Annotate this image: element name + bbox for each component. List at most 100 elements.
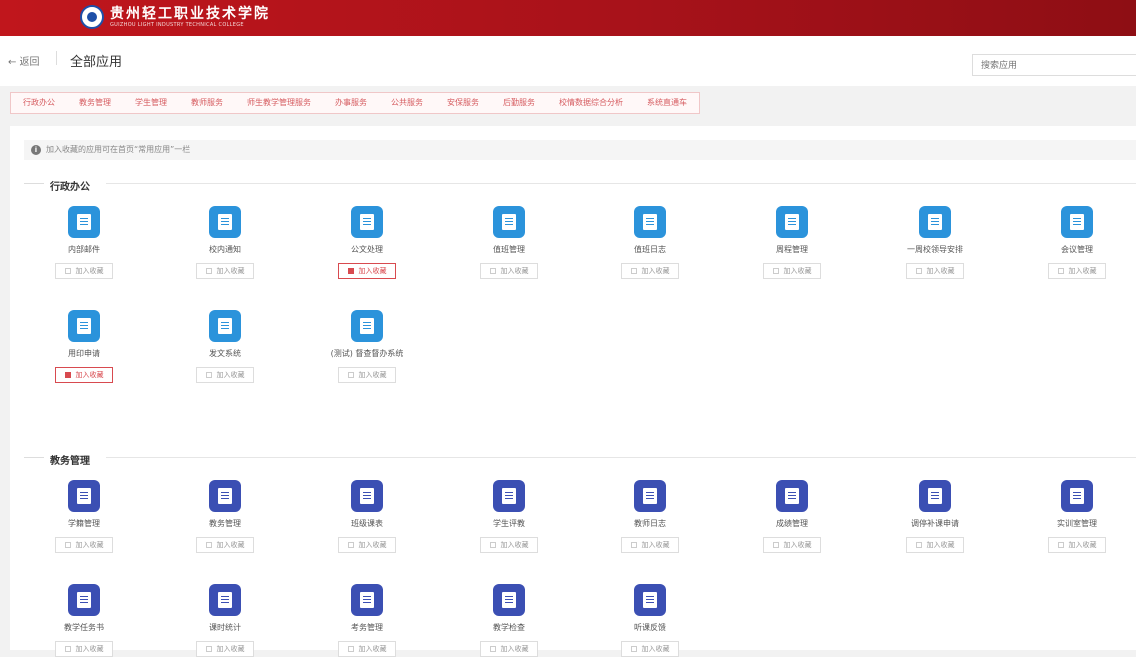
app-icon[interactable] bbox=[351, 310, 383, 342]
app-tile[interactable]: 校内通知 加入收藏 bbox=[165, 206, 285, 279]
add-favorite-button[interactable]: 加入收藏 bbox=[196, 367, 254, 383]
add-favorite-button[interactable]: 加入收藏 bbox=[763, 537, 821, 553]
app-name[interactable]: 用印申请 bbox=[24, 348, 144, 359]
app-tile[interactable]: 教师日志 加入收藏 bbox=[590, 480, 710, 553]
app-tile[interactable]: 值班日志 加入收藏 bbox=[590, 206, 710, 279]
add-favorite-button[interactable]: 加入收藏 bbox=[763, 263, 821, 279]
app-icon[interactable] bbox=[209, 480, 241, 512]
app-name[interactable]: 公文处理 bbox=[307, 244, 427, 255]
app-name[interactable]: 发文系统 bbox=[165, 348, 285, 359]
add-favorite-button[interactable]: 加入收藏 bbox=[55, 263, 113, 279]
app-tile[interactable]: 教学任务书 加入收藏 bbox=[24, 584, 144, 657]
app-tile[interactable]: 学籍管理 加入收藏 bbox=[24, 480, 144, 553]
app-name[interactable]: 值班管理 bbox=[449, 244, 569, 255]
app-icon[interactable] bbox=[919, 206, 951, 238]
tab-category[interactable]: 学生管理 bbox=[123, 93, 179, 113]
app-name[interactable]: 教师日志 bbox=[590, 518, 710, 529]
app-name[interactable]: 成绩管理 bbox=[732, 518, 852, 529]
add-favorite-button[interactable]: 加入收藏 bbox=[621, 641, 679, 657]
app-tile[interactable]: 会议管理 加入收藏 bbox=[1017, 206, 1136, 279]
tab-category[interactable]: 教务管理 bbox=[67, 93, 123, 113]
add-favorite-button[interactable]: 加入收藏 bbox=[338, 367, 396, 383]
app-name[interactable]: 班级课表 bbox=[307, 518, 427, 529]
app-icon[interactable] bbox=[634, 584, 666, 616]
app-name[interactable]: 调停补课申请 bbox=[875, 518, 995, 529]
app-tile[interactable]: 考务管理 加入收藏 bbox=[307, 584, 427, 657]
app-name[interactable]: 考务管理 bbox=[307, 622, 427, 633]
app-icon[interactable] bbox=[493, 206, 525, 238]
app-tile[interactable]: 实训室管理 加入收藏 bbox=[1017, 480, 1136, 553]
app-tile[interactable]: 成绩管理 加入收藏 bbox=[732, 480, 852, 553]
app-name[interactable]: (测试) 督查督办系统 bbox=[307, 348, 427, 359]
app-tile[interactable]: 一周校领导安排加入收藏 bbox=[875, 206, 995, 279]
tab-category[interactable]: 系统直通车 bbox=[635, 93, 699, 113]
tab-category[interactable]: 教师服务 bbox=[179, 93, 235, 113]
add-favorite-button[interactable]: 加入收藏 bbox=[480, 263, 538, 279]
app-tile[interactable]: 听课反馈 加入收藏 bbox=[590, 584, 710, 657]
app-tile[interactable]: 发文系统 加入收藏 bbox=[165, 310, 285, 383]
app-icon[interactable] bbox=[776, 206, 808, 238]
app-name[interactable]: 教务管理 bbox=[165, 518, 285, 529]
tab-category[interactable]: 师生教学管理服务 bbox=[235, 93, 323, 113]
app-icon[interactable] bbox=[351, 206, 383, 238]
app-tile[interactable]: 值班管理 加入收藏 bbox=[449, 206, 569, 279]
add-favorite-button[interactable]: 加入收藏 bbox=[55, 537, 113, 553]
add-favorite-button[interactable]: 加入收藏 bbox=[480, 641, 538, 657]
app-icon[interactable] bbox=[68, 310, 100, 342]
app-tile[interactable]: 教务管理 加入收藏 bbox=[165, 480, 285, 553]
app-icon[interactable] bbox=[493, 480, 525, 512]
add-favorite-button[interactable]: 加入收藏 bbox=[1048, 263, 1106, 279]
tab-category[interactable]: 安保服务 bbox=[435, 93, 491, 113]
app-name[interactable]: 一周校领导安排 bbox=[875, 244, 995, 255]
add-favorite-button[interactable]: 加入收藏 bbox=[621, 263, 679, 279]
school-logo[interactable]: 贵州轻工职业技术学院 GUIZHOU LIGHT INDUSTRY TECHNI… bbox=[80, 5, 270, 29]
app-name[interactable]: 教学检查 bbox=[449, 622, 569, 633]
tab-category[interactable]: 公共服务 bbox=[379, 93, 435, 113]
tab-category[interactable]: 校情数据综合分析 bbox=[547, 93, 635, 113]
add-favorite-button[interactable]: 加入收藏 bbox=[196, 263, 254, 279]
app-icon[interactable] bbox=[1061, 480, 1093, 512]
add-favorite-button[interactable]: 加入收藏 bbox=[621, 537, 679, 553]
app-tile[interactable]: 周程管理 加入收藏 bbox=[732, 206, 852, 279]
app-icon[interactable] bbox=[351, 480, 383, 512]
app-name[interactable]: 实训室管理 bbox=[1017, 518, 1136, 529]
app-icon[interactable] bbox=[68, 480, 100, 512]
add-favorite-button[interactable]: 加入收藏 bbox=[55, 641, 113, 657]
tab-category[interactable]: 行政办公 bbox=[11, 93, 67, 113]
add-favorite-button[interactable]: 加入收藏 bbox=[196, 537, 254, 553]
app-tile[interactable]: (测试) 督查督办系统加入收藏 bbox=[307, 310, 427, 383]
app-icon[interactable] bbox=[209, 584, 241, 616]
app-tile[interactable]: 班级课表 加入收藏 bbox=[307, 480, 427, 553]
back-link[interactable]: ← 返回 bbox=[8, 53, 40, 68]
app-name[interactable]: 内部邮件 bbox=[24, 244, 144, 255]
app-icon[interactable] bbox=[68, 584, 100, 616]
app-tile[interactable]: 教学检查 加入收藏 bbox=[449, 584, 569, 657]
add-favorite-button[interactable]: 加入收藏 bbox=[338, 263, 396, 279]
app-name[interactable]: 值班日志 bbox=[590, 244, 710, 255]
app-name[interactable]: 学生评教 bbox=[449, 518, 569, 529]
search-input[interactable] bbox=[972, 54, 1136, 76]
app-name[interactable]: 教学任务书 bbox=[24, 622, 144, 633]
add-favorite-button[interactable]: 加入收藏 bbox=[906, 263, 964, 279]
tab-category[interactable]: 办事服务 bbox=[323, 93, 379, 113]
add-favorite-button[interactable]: 加入收藏 bbox=[338, 537, 396, 553]
app-icon[interactable] bbox=[776, 480, 808, 512]
add-favorite-button[interactable]: 加入收藏 bbox=[1048, 537, 1106, 553]
add-favorite-button[interactable]: 加入收藏 bbox=[196, 641, 254, 657]
add-favorite-button[interactable]: 加入收藏 bbox=[55, 367, 113, 383]
app-name[interactable]: 会议管理 bbox=[1017, 244, 1136, 255]
app-name[interactable]: 周程管理 bbox=[732, 244, 852, 255]
app-icon[interactable] bbox=[919, 480, 951, 512]
app-name[interactable]: 课时统计 bbox=[165, 622, 285, 633]
app-tile[interactable]: 调停补课申请加入收藏 bbox=[875, 480, 995, 553]
app-tile[interactable]: 用印申请 加入收藏 bbox=[24, 310, 144, 383]
app-name[interactable]: 校内通知 bbox=[165, 244, 285, 255]
app-icon[interactable] bbox=[634, 480, 666, 512]
app-tile[interactable]: 公文处理 加入收藏 bbox=[307, 206, 427, 279]
add-favorite-button[interactable]: 加入收藏 bbox=[906, 537, 964, 553]
app-icon[interactable] bbox=[1061, 206, 1093, 238]
add-favorite-button[interactable]: 加入收藏 bbox=[480, 537, 538, 553]
app-tile[interactable]: 课时统计 加入收藏 bbox=[165, 584, 285, 657]
app-icon[interactable] bbox=[209, 206, 241, 238]
app-name[interactable]: 学籍管理 bbox=[24, 518, 144, 529]
